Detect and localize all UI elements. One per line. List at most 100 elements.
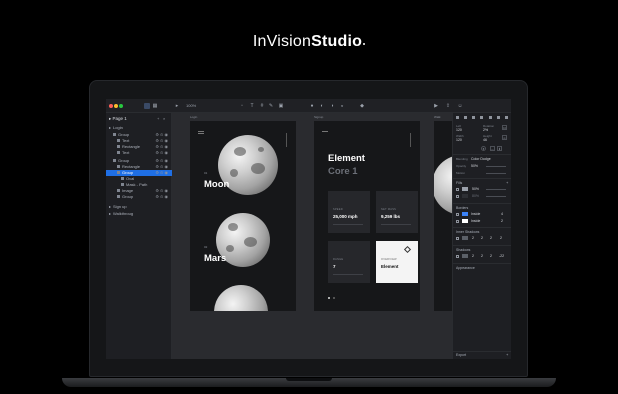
shadow-checkbox[interactable]: [456, 255, 459, 258]
fills-section-title: Fills: [456, 181, 463, 185]
fill-2-checkbox[interactable]: [456, 195, 459, 198]
layer-item[interactable]: ▸ Sign up: [106, 204, 172, 210]
close-window-button[interactable]: [109, 104, 113, 108]
layer-label: Text: [122, 150, 130, 155]
share-icon[interactable]: ⇪: [445, 103, 451, 109]
border-1-width[interactable]: 4: [501, 212, 503, 216]
height-field[interactable]: 46: [483, 138, 487, 142]
rectangle-tool-icon[interactable]: ▫: [239, 103, 245, 109]
shadow-x[interactable]: 2: [472, 254, 474, 258]
x-field[interactable]: 120: [456, 128, 462, 132]
inner-shadow-x[interactable]: 2: [472, 236, 474, 240]
layer-item[interactable]: ▸ Walkthroug: [106, 211, 172, 217]
inner-shadow-swatch[interactable]: [462, 236, 468, 240]
rotation-field[interactable]: 2%: [483, 128, 488, 132]
align-middle-icon[interactable]: [488, 116, 492, 119]
canvas[interactable]: Login Signup Walk 01 Moon 02 Mars Elemen…: [172, 113, 464, 359]
inner-shadow-checkbox[interactable]: [456, 237, 459, 240]
align-center-icon[interactable]: [464, 116, 468, 119]
motion-slider[interactable]: [486, 173, 506, 174]
opacity-slider[interactable]: [486, 166, 506, 167]
fill-2-swatch[interactable]: [462, 194, 468, 198]
border-2-width[interactable]: 2: [501, 219, 503, 223]
union-icon[interactable]: ●: [309, 103, 315, 109]
layers-panel-icon[interactable]: [144, 103, 150, 109]
artboard-signup[interactable]: Element Core 1 SPEED 25,000 mph NET MASS…: [314, 121, 420, 311]
stat-card-speed[interactable]: SPEED 25,000 mph: [328, 191, 370, 233]
page-dot-active[interactable]: [328, 297, 330, 299]
align-top-icon[interactable]: [480, 116, 484, 119]
add-fill-icon[interactable]: +: [506, 180, 508, 185]
distribute-icon[interactable]: [504, 116, 508, 119]
width-field[interactable]: 120: [456, 138, 462, 142]
inner-shadow-spread[interactable]: 2: [500, 236, 502, 240]
divider: [453, 203, 511, 204]
inner-shadow-y[interactable]: 2: [481, 236, 483, 240]
anchor-icon[interactable]: ✦: [481, 146, 486, 151]
assets-panel-icon[interactable]: ▦: [152, 103, 158, 109]
fill-1-checkbox[interactable]: [456, 188, 459, 191]
opacity-field[interactable]: 50%: [471, 164, 478, 168]
brand-part-2: Studio: [311, 33, 363, 50]
search-layers-icon[interactable]: ⌕: [163, 116, 165, 121]
artboard-login[interactable]: 01 Moon 02 Mars: [190, 121, 296, 311]
card-value: Element: [381, 264, 399, 269]
difference-icon[interactable]: ◒: [339, 103, 345, 109]
stat-card-mass[interactable]: NET MASS 9,259 lbs: [376, 191, 418, 233]
blending-select[interactable]: Color Dodge: [471, 157, 491, 161]
align-left-icon[interactable]: [456, 116, 459, 119]
subtract-icon[interactable]: ◐: [319, 103, 325, 109]
pen-tool-icon[interactable]: ✎: [268, 103, 274, 109]
layer-item[interactable]: ▸ Login: [106, 125, 172, 131]
layer-item[interactable]: Text ⚙ ⊙ ◉: [106, 150, 172, 156]
add-page-icon[interactable]: +: [157, 116, 159, 121]
shadow-spread[interactable]: -22: [499, 254, 504, 258]
fill-2-slider[interactable]: [486, 196, 506, 197]
intersect-icon[interactable]: ◑: [329, 103, 335, 109]
page-selector[interactable]: ▸ Page 1: [109, 116, 127, 122]
align-right-icon[interactable]: [472, 116, 476, 119]
artboard-label-login[interactable]: Login: [190, 115, 197, 119]
shadow-blur[interactable]: 2: [490, 254, 492, 258]
lock-ratio-icon[interactable]: ∞: [502, 135, 507, 140]
flip-h-icon[interactable]: ⇔: [490, 146, 495, 151]
border-1-position[interactable]: Inside: [471, 212, 480, 216]
fill-1-slider[interactable]: [486, 189, 506, 190]
artboard-label-walk[interactable]: Walk: [434, 115, 441, 119]
shadow-y[interactable]: 2: [481, 254, 483, 258]
pointer-tool-icon[interactable]: ▸: [174, 103, 180, 109]
export-section-title[interactable]: Export: [456, 353, 466, 357]
minimize-window-button[interactable]: [114, 104, 118, 108]
border-1-swatch[interactable]: [462, 212, 468, 216]
border-2-swatch[interactable]: [462, 219, 468, 223]
artboard-label-signup[interactable]: Signup: [314, 115, 323, 119]
border-2-position[interactable]: Inside: [471, 219, 480, 223]
border-1-checkbox[interactable]: [456, 213, 459, 216]
flip-v-icon[interactable]: ⇕: [497, 146, 502, 151]
text-tool-icon[interactable]: T: [249, 103, 255, 109]
maximize-window-button[interactable]: [119, 104, 123, 108]
fill-2-opacity[interactable]: 80%: [472, 194, 479, 198]
stat-card-overview[interactable]: OVERVIEW Element: [376, 241, 418, 283]
align-bottom-icon[interactable]: [496, 116, 500, 119]
fill-1-swatch[interactable]: [462, 187, 468, 191]
border-2-checkbox[interactable]: [456, 220, 459, 223]
preview-play-icon[interactable]: ▶: [433, 103, 439, 109]
layer-item[interactable]: Group ⚙ ⊙ ◉: [106, 194, 172, 200]
brand-dot: [363, 43, 366, 45]
chevron-right-icon: ▸: [109, 211, 112, 216]
fill-1-opacity[interactable]: 50%: [472, 187, 479, 191]
stat-card-range[interactable]: RANGE 7: [328, 241, 370, 283]
layer-visibility-icons[interactable]: ⚙ ⊙ ◉: [155, 194, 168, 200]
page-dot[interactable]: [333, 297, 335, 299]
zoom-level[interactable]: 100%: [186, 103, 196, 108]
add-export-icon[interactable]: +: [506, 352, 508, 357]
layer-visibility-icons[interactable]: ⚙ ⊙ ◉: [155, 150, 168, 156]
shadow-swatch[interactable]: [462, 254, 468, 258]
inner-shadow-blur[interactable]: 2: [490, 236, 492, 240]
frame-tool-icon[interactable]: #: [259, 103, 265, 109]
image-tool-icon[interactable]: ▣: [278, 103, 284, 109]
constrain-icon[interactable]: ⊡: [502, 125, 507, 130]
component-icon[interactable]: ◆: [359, 103, 365, 109]
user-icon[interactable]: ☺: [457, 103, 463, 109]
